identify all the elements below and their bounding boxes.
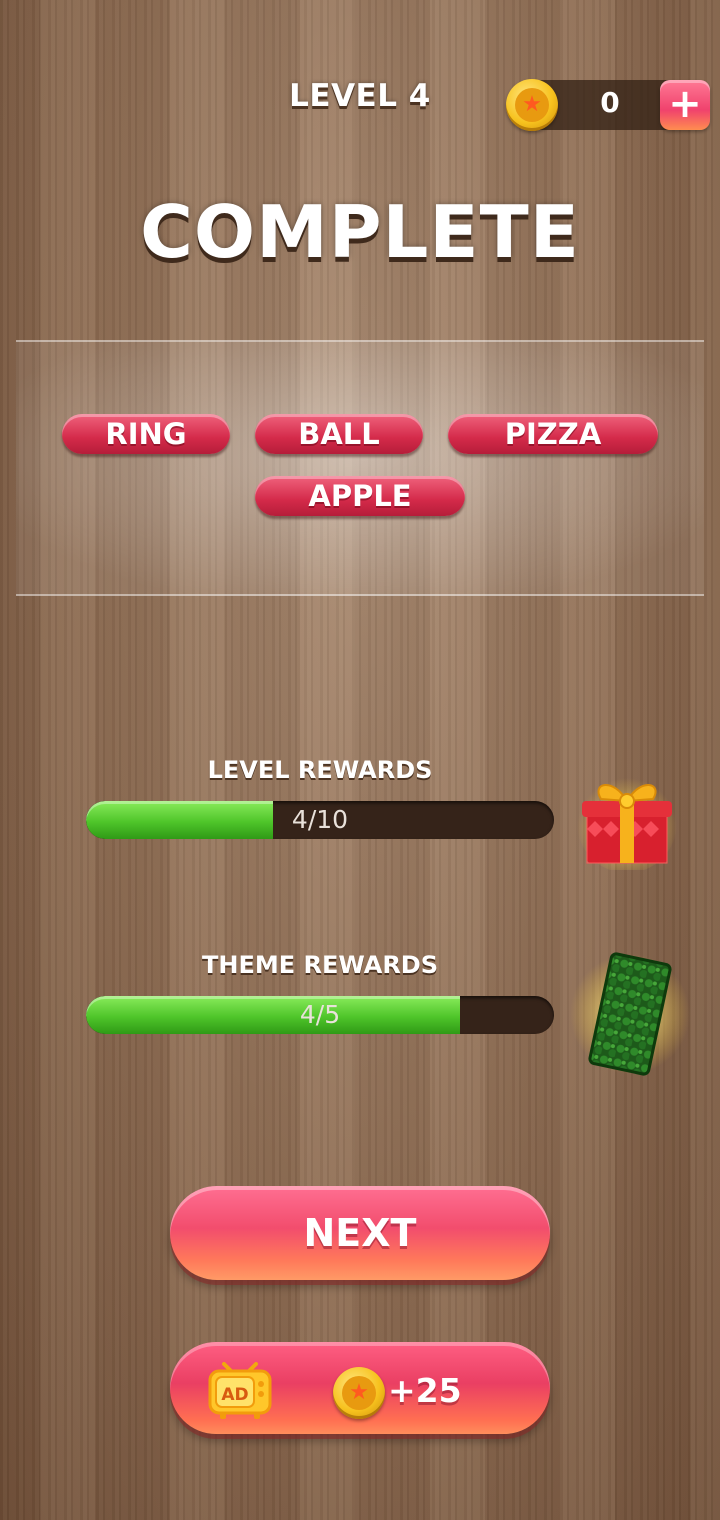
ad-reward-amount: +25 bbox=[388, 1371, 462, 1410]
word-chip: PIZZA bbox=[448, 414, 658, 454]
ad-tv-icon: AD bbox=[206, 1362, 274, 1422]
theme-card-icon bbox=[568, 948, 692, 1080]
word-chip: RING bbox=[62, 414, 230, 454]
coin-icon: ★ bbox=[506, 79, 558, 131]
next-button[interactable]: NEXT bbox=[170, 1186, 550, 1280]
coin-icon: ★ bbox=[333, 1367, 385, 1419]
level-title: LEVEL 4 bbox=[289, 78, 431, 114]
found-words-panel bbox=[16, 340, 704, 596]
gift-box-icon bbox=[575, 765, 679, 873]
word-chip: APPLE bbox=[255, 476, 465, 516]
ad-tv-label: AD bbox=[221, 1385, 248, 1405]
coin-count: 0 bbox=[600, 86, 620, 119]
theme-rewards-progress-bar: 4/5 bbox=[86, 996, 554, 1034]
add-coins-button[interactable]: + bbox=[660, 80, 710, 130]
theme-rewards-label: THEME REWARDS bbox=[201, 951, 438, 979]
complete-title: COMPLETE bbox=[140, 190, 580, 274]
word-chip: BALL bbox=[255, 414, 423, 454]
theme-rewards-progress-text: 4/5 bbox=[299, 1000, 341, 1029]
star-icon: ★ bbox=[515, 88, 549, 122]
level-rewards-progress-bar: 4/10 bbox=[86, 801, 554, 839]
level-rewards-label: LEVEL REWARDS bbox=[207, 756, 433, 784]
level-rewards-progress-text: 4/10 bbox=[291, 805, 349, 834]
star-icon: ★ bbox=[342, 1376, 376, 1410]
